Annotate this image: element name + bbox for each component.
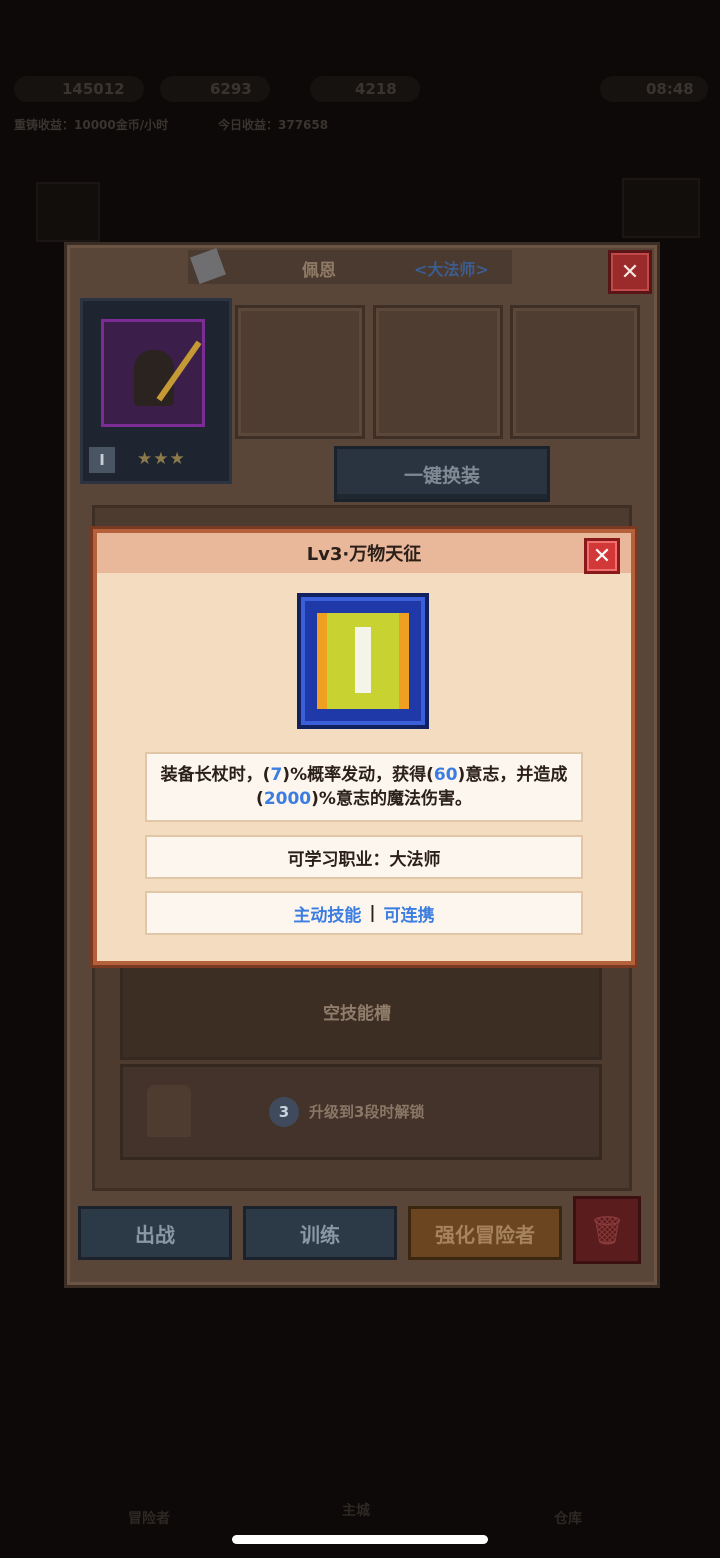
learnable-class-box: 可学习职业：大法师 [145, 835, 583, 879]
empty-skill-label: 空技能槽 [323, 1004, 391, 1024]
hud-time: 08:48 [646, 80, 694, 98]
deploy-label: 出战 [135, 1222, 175, 1247]
hammer-icon [190, 248, 226, 284]
armor-slot[interactable] [373, 305, 503, 439]
mage-sprite [134, 350, 174, 406]
one-key-equip-label: 一键换装 [403, 464, 480, 487]
locked-skill-slot: 3 升级到3段时解锁 [120, 1064, 602, 1160]
close-icon: ✕ [620, 259, 640, 285]
dismiss-hero-button[interactable]: 🗑 [573, 1196, 641, 1264]
desc-part-1: 装备长杖时，( [160, 765, 271, 785]
learnable-class-text: 可学习职业：大法师 [287, 849, 441, 870]
top-hud: 145012 6293 4218 08:48 重铸收益：10000金币/小时 今… [0, 70, 720, 150]
skill-description: 装备长杖时，(7)%概率发动，获得(60)意志，并造成(2000)%意志的魔法伤… [145, 752, 583, 822]
hero-name: 佩恩 [302, 261, 336, 281]
weapon-slot[interactable] [235, 305, 365, 439]
lock-icon [147, 1085, 191, 1137]
hud-sub-left: 重铸收益：10000金币/小时 [14, 118, 169, 132]
unlock-hint: 升级到3段时解锁 [309, 1103, 425, 1121]
bottom-nav: 冒险者 主城 仓库 [0, 1420, 720, 1530]
popup-title: Lv3·万物天征 [306, 544, 422, 565]
deploy-button[interactable]: 出战 [78, 1206, 232, 1260]
skill-icon [317, 613, 409, 709]
popup-header: Lv3·万物天征 [97, 533, 631, 573]
hud-value-3: 4218 [355, 80, 397, 98]
enhance-button[interactable]: 强化冒险者 [408, 1206, 562, 1260]
hero-avatar [101, 319, 205, 427]
level-hex-text: 3 [278, 1103, 290, 1121]
panel-close-button[interactable]: ✕ [608, 250, 652, 294]
desc-value-chance: 7 [270, 765, 283, 785]
skill-info-popup: Lv3·万物天征 ✕ 装备长杖时，(7)%概率发动，获得(60)意志，并造成(2… [93, 529, 635, 965]
bg-building-right [622, 178, 700, 238]
accessory-slot[interactable] [510, 305, 640, 439]
hud-value-1: 145012 [62, 80, 125, 98]
nav-adventurer[interactable]: 冒险者 [128, 1508, 170, 1528]
hero-portrait[interactable]: I ★★★ [80, 298, 232, 484]
desc-value-will: 60 [433, 765, 458, 785]
skill-description-text: 装备长杖时，(7)%概率发动，获得(60)意志，并造成(2000)%意志的魔法伤… [157, 763, 571, 811]
hero-job: <大法师> [414, 260, 489, 279]
rank-badge: I [89, 447, 115, 473]
rank-badge-text: I [99, 451, 105, 469]
skill-tags-box: 主动技能 | 可连携 [145, 891, 583, 935]
tag-active-skill: 主动技能 [293, 905, 362, 926]
popup-close-button[interactable]: ✕ [584, 538, 620, 574]
train-label: 训练 [300, 1222, 340, 1247]
empty-skill-slot[interactable]: 空技能槽 [120, 964, 602, 1060]
trash-icon: 🗑 [589, 1213, 625, 1247]
desc-part-4: )%意志的魔法伤害。 [311, 789, 472, 809]
hud-sub-right: 今日收益：377658 [218, 118, 329, 132]
bg-building-left [36, 182, 100, 242]
close-icon: ✕ [592, 543, 612, 569]
train-button[interactable]: 训练 [243, 1206, 397, 1260]
tag-separator: | [369, 903, 376, 923]
star-rating: ★★★ [137, 449, 186, 469]
home-indicator[interactable] [232, 1535, 488, 1544]
tag-chainable: 可连携 [383, 905, 435, 926]
skill-icon-frame [297, 593, 429, 729]
one-key-equip-button[interactable]: 一键换装 [334, 446, 550, 502]
level-hex-icon: 3 [269, 1097, 299, 1127]
desc-part-2: )%概率发动，获得( [282, 765, 434, 785]
hud-value-2: 6293 [210, 80, 252, 98]
enhance-label: 强化冒险者 [435, 1222, 535, 1247]
hero-title-bar: 佩恩 <大法师> [188, 248, 512, 284]
skill-icon-figure [355, 627, 371, 693]
desc-value-damage: 2000 [263, 789, 312, 809]
nav-warehouse[interactable]: 仓库 [554, 1508, 582, 1528]
nav-main-city[interactable]: 主城 [342, 1500, 370, 1520]
